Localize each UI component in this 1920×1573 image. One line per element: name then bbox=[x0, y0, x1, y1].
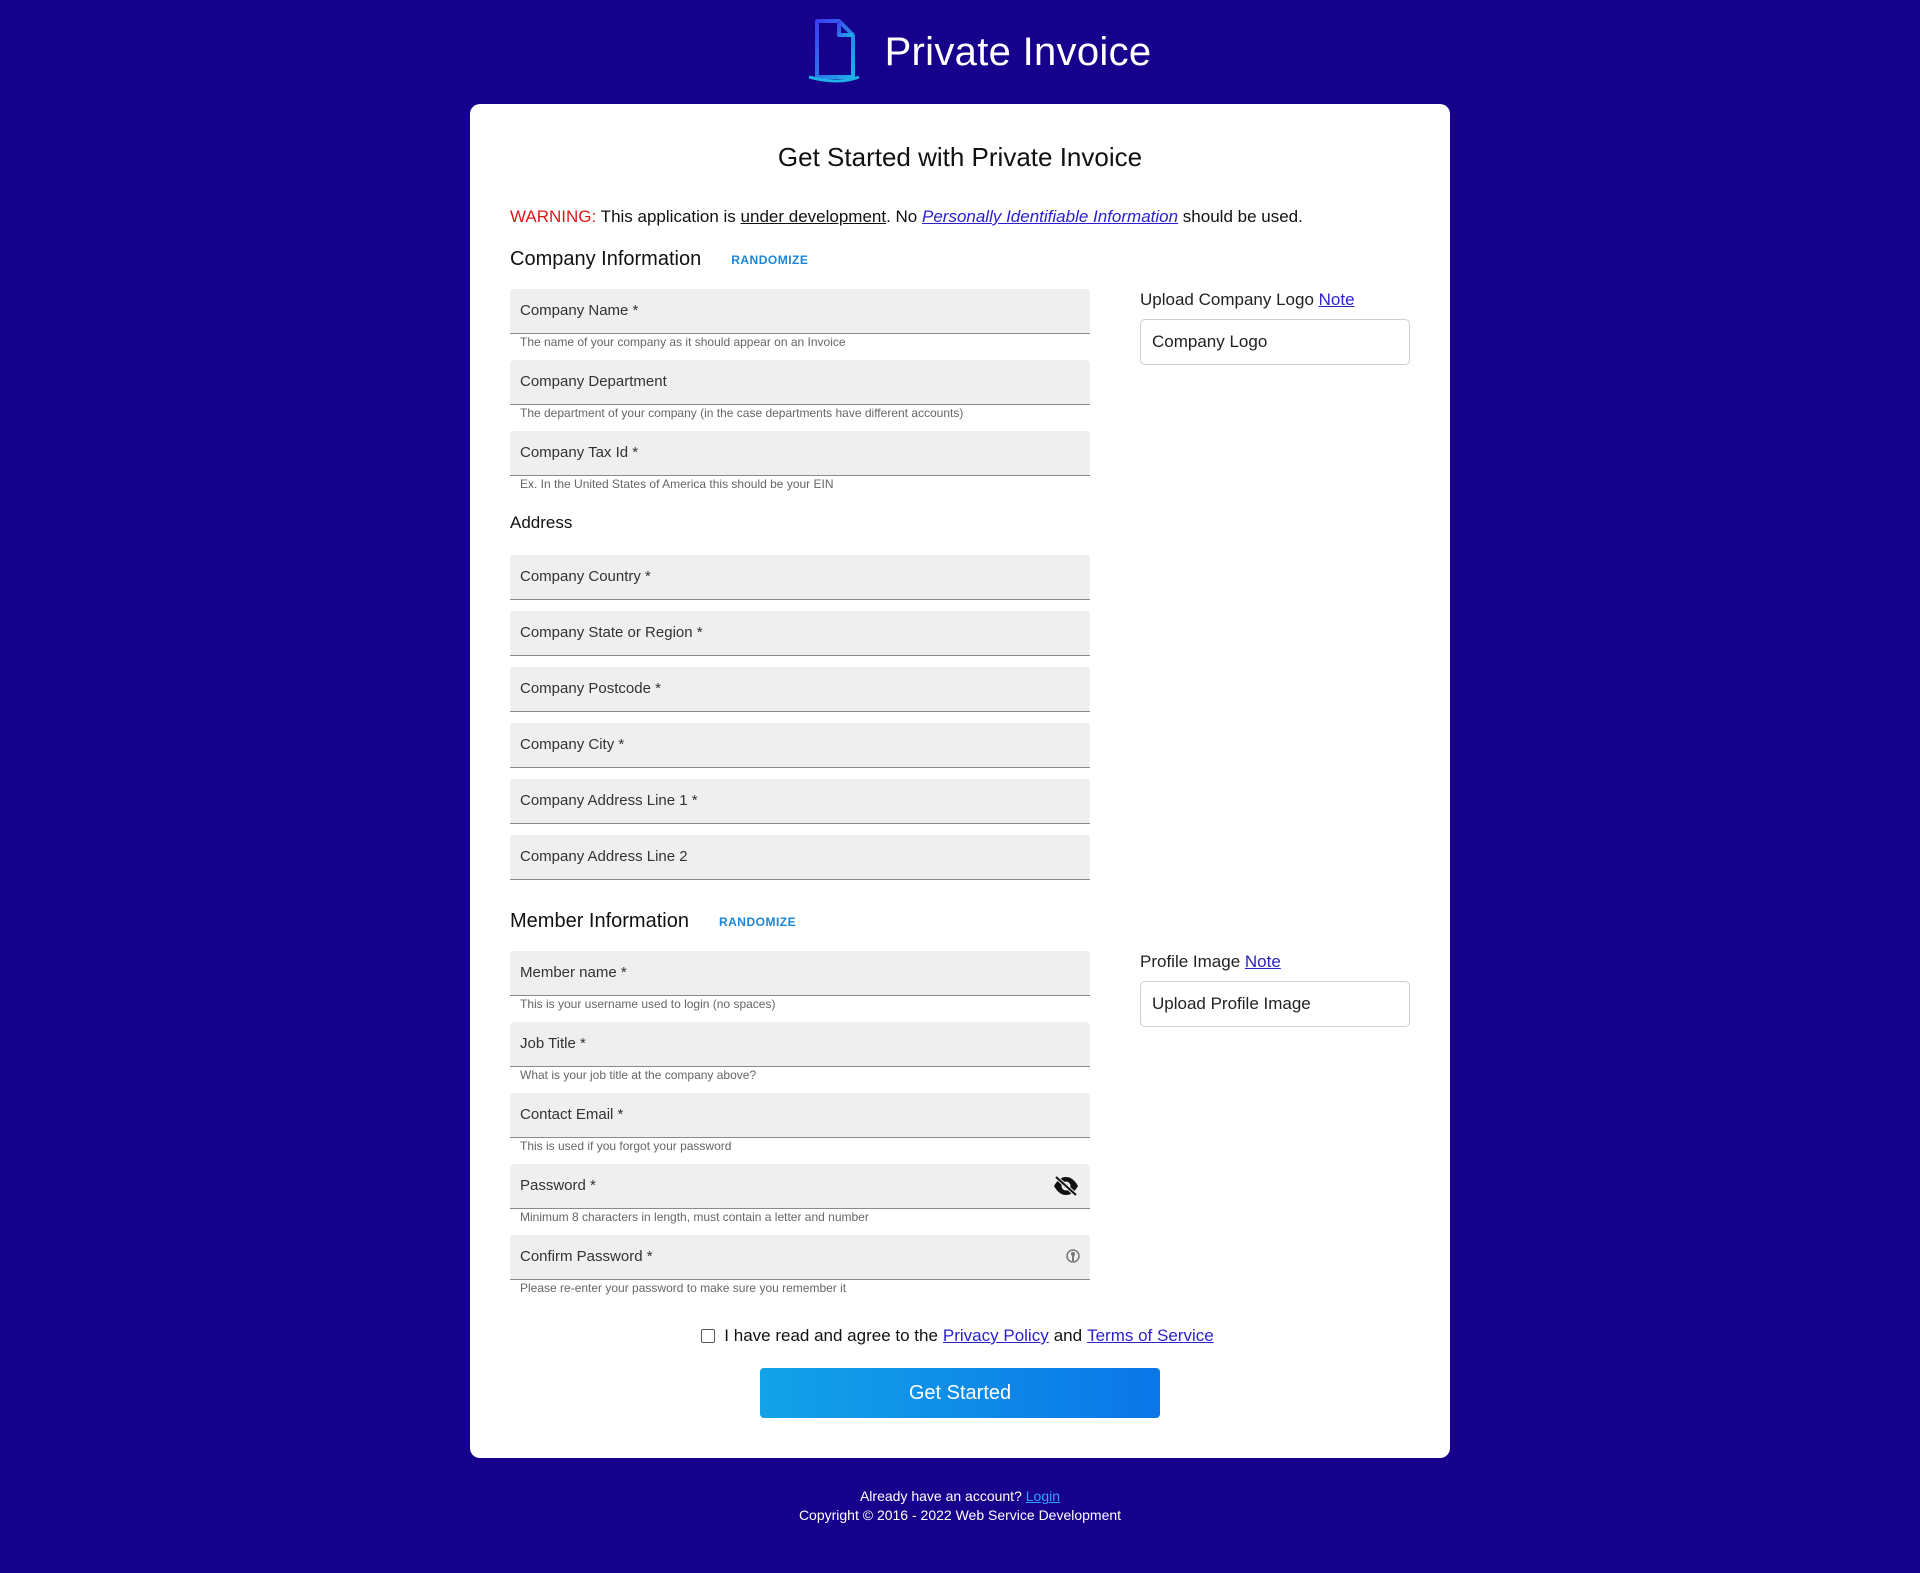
company-department-hint: The department of your company (in the c… bbox=[520, 406, 964, 420]
page-title: Get Started with Private Invoice bbox=[777, 142, 1143, 172]
job-title-hint: What is your job title at the company ab… bbox=[520, 1068, 757, 1082]
contact-email-hint: This is used if you forgot your password bbox=[520, 1139, 732, 1153]
company-state-label: Company State or Region * bbox=[520, 624, 703, 641]
warning-text-1: This application is bbox=[596, 207, 741, 226]
company-city-label: Company City * bbox=[520, 736, 625, 753]
company-address-line2-field[interactable]: Company Address Line 2 bbox=[510, 835, 1090, 880]
company-logo-label-text: Upload Company Logo bbox=[1140, 290, 1314, 309]
company-state-field[interactable]: Company State or Region * bbox=[510, 611, 1090, 656]
company-address-line1-label: Company Address Line 1 * bbox=[520, 792, 698, 809]
confirm-password-field[interactable]: Confirm Password * bbox=[510, 1235, 1090, 1280]
pii-link[interactable]: Personally Identifiable Information bbox=[922, 207, 1178, 226]
profile-image-label-text: Profile Image bbox=[1140, 952, 1241, 971]
job-title-field[interactable]: Job Title * bbox=[510, 1022, 1090, 1067]
company-name-label: Company Name * bbox=[520, 302, 639, 319]
password-field[interactable]: Password * bbox=[510, 1164, 1090, 1209]
company-country-field[interactable]: Company Country * bbox=[510, 555, 1090, 600]
password-hint: Minimum 8 characters in length, must con… bbox=[520, 1210, 869, 1224]
member-name-field[interactable]: Member name * bbox=[510, 951, 1090, 996]
address-section-title: Address bbox=[510, 513, 573, 532]
company-section-header: Company Information RANDOMIZE bbox=[510, 248, 808, 271]
company-logo-note-link[interactable]: Note bbox=[1319, 290, 1355, 309]
company-name-hint: The name of your company as it should ap… bbox=[520, 335, 846, 349]
member-name-label: Member name * bbox=[520, 964, 627, 981]
invoice-logo-icon bbox=[768, 17, 865, 88]
profile-image-note-link[interactable]: Note bbox=[1245, 952, 1281, 971]
footer: Already have an account? Login Copyright… bbox=[0, 1487, 1920, 1525]
get-started-button[interactable]: Get Started bbox=[760, 1368, 1160, 1418]
agreement-and: and bbox=[1053, 1326, 1083, 1345]
warning-text-2: . No bbox=[886, 207, 922, 226]
login-question: Already have an account? bbox=[859, 1488, 1022, 1504]
company-address-line1-field[interactable]: Company Address Line 1 * bbox=[510, 779, 1090, 824]
company-name-field[interactable]: Company Name * bbox=[510, 289, 1090, 334]
company-department-label: Company Department bbox=[520, 373, 667, 390]
member-name-hint: This is your username used to login (no … bbox=[520, 997, 776, 1011]
company-randomize-button[interactable]: RANDOMIZE bbox=[731, 253, 808, 267]
warning-text-3: should be used. bbox=[1178, 207, 1303, 226]
company-address-line2-label: Company Address Line 2 bbox=[520, 848, 688, 865]
agreement-row: I have read and agree to the Privacy Pol… bbox=[470, 1326, 1450, 1346]
agreement-text: I have read and agree to the bbox=[724, 1326, 938, 1345]
login-prompt: Already have an account? Login bbox=[0, 1487, 1920, 1506]
company-tax-id-label: Company Tax Id * bbox=[520, 444, 639, 461]
warning-underlined: under development bbox=[740, 207, 887, 226]
company-logo-upload-button[interactable]: Company Logo bbox=[1140, 319, 1410, 365]
company-city-field[interactable]: Company City * bbox=[510, 723, 1090, 768]
brand-name: Private Invoice bbox=[885, 30, 1152, 75]
member-randomize-button[interactable]: RANDOMIZE bbox=[719, 915, 796, 929]
brand-name-bold: Private bbox=[884, 29, 1012, 74]
member-section-header: Member Information RANDOMIZE bbox=[510, 910, 796, 933]
brand-name-light: Invoice bbox=[1022, 29, 1152, 74]
company-department-field[interactable]: Company Department bbox=[510, 360, 1090, 405]
warning-banner: WARNING: This application is under devel… bbox=[510, 207, 1303, 227]
company-tax-id-hint: Ex. In the United States of America this… bbox=[520, 477, 834, 491]
agreement-checkbox[interactable] bbox=[701, 1329, 716, 1343]
password-manager-icon[interactable] bbox=[1066, 1248, 1080, 1271]
password-label: Password * bbox=[520, 1177, 596, 1194]
header: Private Invoice bbox=[0, 0, 1920, 104]
copyright: Copyright © 2016 - 2022 Web Service Deve… bbox=[798, 1507, 1122, 1523]
brand[interactable]: Private Invoice bbox=[768, 17, 1152, 88]
login-link[interactable]: Login bbox=[1026, 1488, 1060, 1504]
confirm-password-label: Confirm Password * bbox=[520, 1248, 653, 1265]
profile-image-upload-button[interactable]: Upload Profile Image bbox=[1140, 981, 1410, 1027]
profile-image-label: Profile Image Note bbox=[1140, 952, 1281, 972]
company-tax-id-field[interactable]: Company Tax Id * bbox=[510, 431, 1090, 476]
contact-email-label: Contact Email * bbox=[520, 1106, 624, 1123]
warning-label: WARNING: bbox=[510, 207, 597, 226]
company-section-title: Company Information bbox=[510, 248, 702, 270]
job-title-label: Job Title * bbox=[520, 1035, 586, 1052]
member-section-title: Member Information bbox=[510, 910, 689, 932]
eye-slash-icon[interactable] bbox=[1052, 1175, 1080, 1202]
company-country-label: Company Country * bbox=[520, 568, 651, 585]
company-logo-label: Upload Company Logo Note bbox=[1140, 290, 1355, 310]
contact-email-field[interactable]: Contact Email * bbox=[510, 1093, 1090, 1138]
company-postcode-label: Company Postcode * bbox=[520, 680, 661, 697]
signup-card: Get Started with Private Invoice WARNING… bbox=[470, 104, 1450, 1458]
confirm-password-hint: Please re-enter your password to make su… bbox=[520, 1281, 847, 1295]
terms-of-service-link[interactable]: Terms of Service bbox=[1087, 1326, 1214, 1346]
company-postcode-field[interactable]: Company Postcode * bbox=[510, 667, 1090, 712]
privacy-policy-link[interactable]: Privacy Policy bbox=[943, 1326, 1049, 1346]
